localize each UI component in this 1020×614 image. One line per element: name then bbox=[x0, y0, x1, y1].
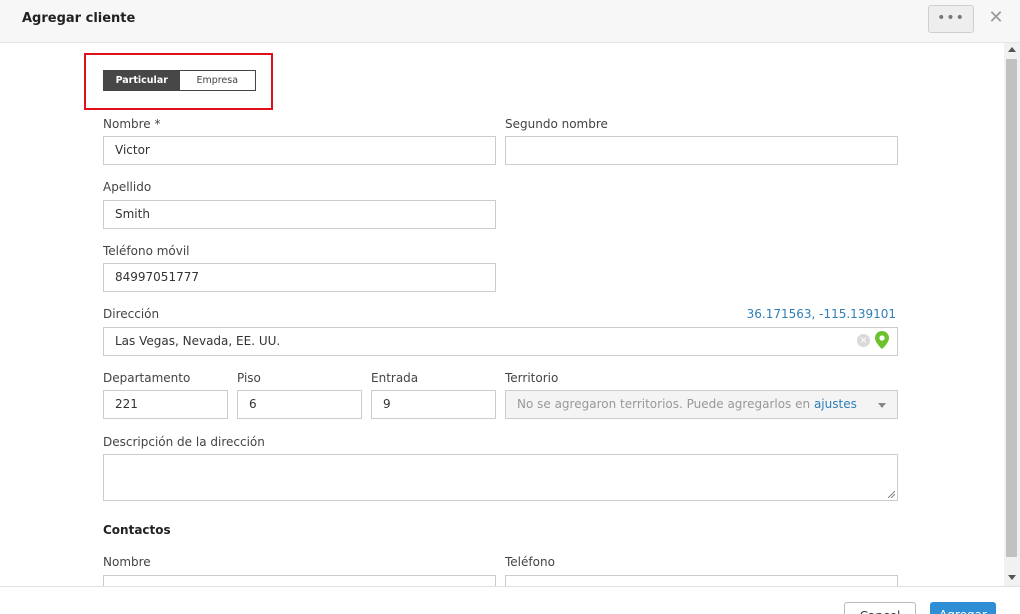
mobile-phone-label: Teléfono móvil bbox=[103, 244, 190, 258]
address-field[interactable]: Las Vegas, Nevada, EE. UU. bbox=[103, 327, 898, 356]
address-coordinates[interactable]: 36.171563, -115.139101 bbox=[720, 307, 896, 321]
address-label: Dirección bbox=[103, 307, 160, 321]
territory-label: Territorio bbox=[505, 371, 559, 385]
territory-select[interactable]: No se agregaron territorios. Puede agreg… bbox=[505, 390, 898, 419]
last-name-label: Apellido bbox=[103, 180, 152, 194]
settings-link[interactable]: ajustes bbox=[814, 397, 857, 411]
more-options-button[interactable]: ••• bbox=[928, 5, 974, 33]
contact-name-label: Nombre bbox=[103, 555, 151, 569]
address-description-textarea[interactable] bbox=[103, 454, 898, 501]
floor-field[interactable]: 6 bbox=[237, 390, 362, 419]
entrance-field[interactable]: 9 bbox=[371, 390, 496, 419]
toggle-particular[interactable]: Particular bbox=[104, 71, 180, 90]
scrollbar[interactable] bbox=[1004, 43, 1020, 586]
chevron-down-icon[interactable] bbox=[878, 403, 886, 408]
add-button[interactable]: Agregar bbox=[930, 602, 996, 614]
resize-handle-icon[interactable] bbox=[887, 490, 895, 498]
middle-name-label: Segundo nombre bbox=[505, 117, 608, 131]
scroll-down-arrow-icon[interactable] bbox=[1008, 575, 1016, 580]
first-name-label: Nombre * bbox=[103, 117, 161, 131]
scroll-up-arrow-icon[interactable] bbox=[1008, 47, 1016, 52]
address-description-label: Descripción de la dirección bbox=[103, 435, 265, 449]
dialog-footer: Cancel Agregar bbox=[0, 586, 1020, 614]
close-icon[interactable]: ✕ bbox=[986, 8, 1006, 28]
apartment-field[interactable]: 221 bbox=[103, 390, 228, 419]
mobile-phone-field[interactable]: 84997051777 bbox=[103, 263, 496, 292]
last-name-field[interactable]: Smith bbox=[103, 200, 496, 229]
entrance-label: Entrada bbox=[371, 371, 419, 385]
scroll-thumb[interactable] bbox=[1006, 59, 1017, 557]
client-type-toggle: Particular Empresa bbox=[103, 70, 256, 91]
floor-label: Piso bbox=[237, 371, 261, 385]
toggle-empresa[interactable]: Empresa bbox=[179, 71, 255, 90]
territory-placeholder: No se agregaron territorios. Puede agreg… bbox=[517, 397, 814, 411]
dialog-header: Agregar cliente ••• ✕ bbox=[0, 0, 1020, 43]
contact-phone-label: Teléfono bbox=[505, 555, 555, 569]
first-name-field[interactable]: Victor bbox=[103, 136, 496, 165]
middle-name-field[interactable] bbox=[505, 136, 898, 165]
contacts-section-title: Contactos bbox=[103, 523, 171, 537]
clear-icon[interactable]: × bbox=[857, 334, 870, 347]
cancel-button[interactable]: Cancel bbox=[844, 602, 916, 614]
apartment-label: Departamento bbox=[103, 371, 191, 385]
map-pin-icon[interactable] bbox=[875, 331, 889, 349]
dialog-title: Agregar cliente bbox=[22, 11, 136, 26]
